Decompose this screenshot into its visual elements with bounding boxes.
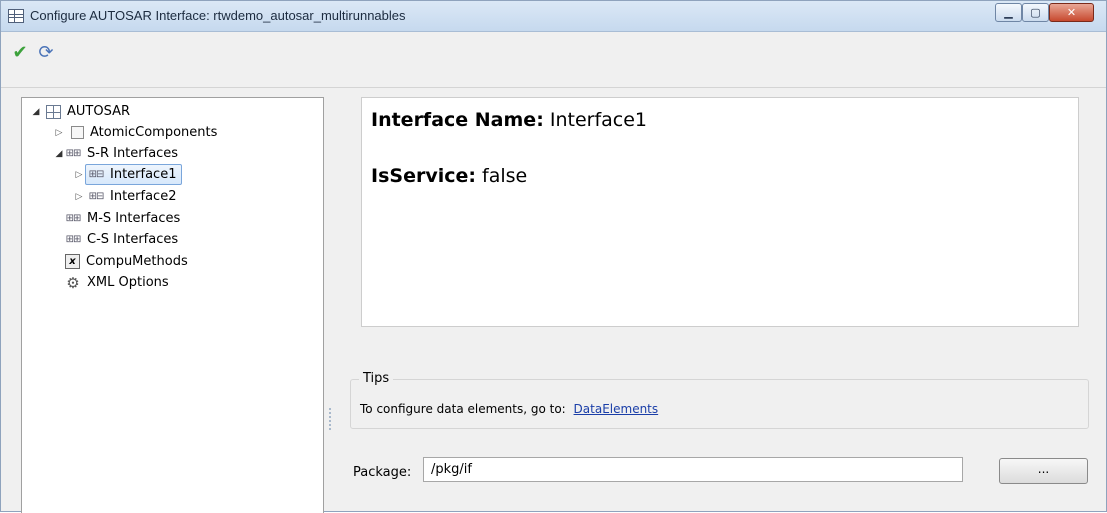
interface-icon: ⊞⊟	[88, 191, 105, 202]
tree-item-label: AUTOSAR	[67, 104, 131, 119]
tree-item-autosar[interactable]: ◢ AUTOSAR	[30, 101, 130, 122]
component-icon	[71, 126, 84, 139]
refresh-icon: ⟳	[38, 42, 54, 63]
tips-message: To configure data elements, go to:	[360, 402, 566, 416]
check-icon: ✔	[12, 42, 28, 63]
dialog-window: Configure AUTOSAR Interface: rtwdemo_aut…	[0, 0, 1107, 513]
tree-item-interface2[interactable]: ▷ ⊞⊟ Interface2	[73, 186, 177, 207]
title-bar: Configure AUTOSAR Interface: rtwdemo_aut…	[1, 1, 1106, 32]
tips-text: To configure data elements, go to: DataE…	[360, 402, 658, 416]
grid-icon	[46, 104, 61, 119]
interface-name-key: Interface Name:	[371, 109, 544, 131]
package-label: Package:	[353, 465, 412, 480]
tree-item-label: Interface2	[110, 189, 177, 204]
browse-button[interactable]: ...	[999, 458, 1088, 484]
tree-item-cs-interfaces[interactable]: ⊞⊞ C-S Interfaces	[65, 229, 179, 250]
tree-item-label: Interface1	[110, 167, 177, 182]
tips-legend: Tips	[359, 371, 394, 386]
tree-item-label: S-R Interfaces	[87, 146, 179, 161]
tree-item-label: C-S Interfaces	[87, 232, 179, 247]
tree-item-sr-interfaces[interactable]: ◢ ⊞⊞ S-R Interfaces	[53, 143, 179, 164]
apply-button[interactable]: ✔	[9, 42, 31, 64]
interfaces-icon: ⊞⊞	[65, 148, 82, 159]
expand-arrow-icon[interactable]: ▷	[73, 192, 85, 202]
tree-item-ms-interfaces[interactable]: ⊞⊞ M-S Interfaces	[65, 208, 181, 229]
interface-name-row: Interface Name: Interface1	[371, 109, 647, 131]
tree-item-label: AtomicComponents	[90, 125, 218, 140]
tree-panel[interactable]: ◢ AUTOSAR ▷ AtomicComponents ◢ ⊞⊞ S-R In…	[21, 97, 324, 513]
window-title: Configure AUTOSAR Interface: rtwdemo_aut…	[30, 8, 406, 23]
gear-icon: ⚙	[66, 273, 80, 292]
package-input[interactable]	[423, 457, 963, 482]
tree-item-label: CompuMethods	[86, 254, 188, 269]
toolbar: ✔ ⟳	[1, 32, 1106, 88]
close-button[interactable]: ✕	[1049, 3, 1094, 22]
maximize-button[interactable]: ▢	[1022, 3, 1049, 22]
window-controls: ▁ ▢ ✕	[995, 3, 1094, 25]
is-service-value: false	[482, 165, 528, 187]
expand-arrow-icon[interactable]: ▷	[73, 170, 85, 180]
function-icon: x	[65, 254, 80, 269]
tree-item-compu-methods[interactable]: x CompuMethods	[65, 251, 188, 272]
interfaces-icon: ⊞⊞	[65, 234, 82, 245]
tree-item-label: XML Options	[87, 275, 169, 290]
interface-name-value: Interface1	[549, 109, 647, 131]
tree-item-xml-options[interactable]: ⚙ XML Options	[65, 272, 169, 293]
tree-item-atomic-components[interactable]: ▷ AtomicComponents	[53, 122, 218, 143]
interfaces-icon: ⊞⊞	[65, 213, 82, 224]
tree-item-interface1[interactable]: ▷ ⊞⊟ Interface1	[73, 164, 183, 185]
selected-tree-item[interactable]: ⊞⊟ Interface1	[85, 164, 183, 185]
is-service-row: IsService: false	[371, 165, 527, 187]
data-elements-link[interactable]: DataElements	[574, 402, 659, 416]
window-icon	[8, 9, 24, 23]
interface-icon: ⊞⊟	[88, 169, 105, 180]
minimize-button[interactable]: ▁	[995, 3, 1022, 22]
collapse-arrow-icon[interactable]: ◢	[30, 107, 42, 117]
toolbar-divider	[1, 87, 1106, 88]
tree-item-label: M-S Interfaces	[87, 211, 181, 226]
details-panel: Interface Name: Interface1 IsService: fa…	[361, 97, 1079, 327]
is-service-key: IsService:	[371, 165, 476, 187]
pane-splitter[interactable]	[329, 408, 331, 430]
refresh-button[interactable]: ⟳	[35, 42, 57, 64]
expand-arrow-icon[interactable]: ▷	[53, 128, 65, 138]
collapse-arrow-icon[interactable]: ◢	[53, 149, 65, 159]
